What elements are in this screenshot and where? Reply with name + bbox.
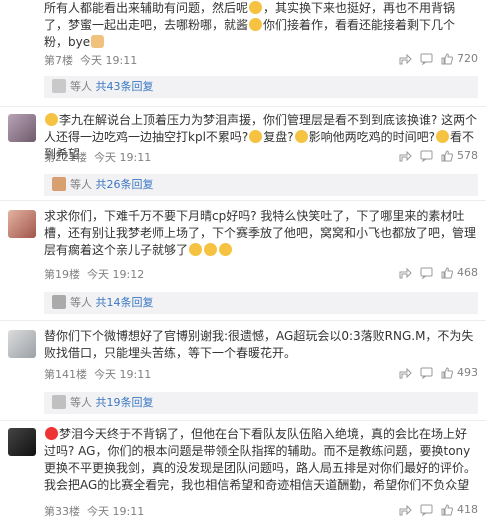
- divider: [0, 420, 486, 421]
- like-count: 418: [457, 503, 478, 516]
- like-icon: [441, 503, 453, 515]
- reply-avatar: [52, 295, 66, 309]
- reply-users: 等人: [70, 396, 92, 409]
- comment-icon: [420, 267, 433, 279]
- floor-time: 第19楼 今天 19:12: [44, 268, 145, 281]
- share-icon: [399, 267, 412, 278]
- comment-meta: 第7楼 今天 19:11 720: [44, 52, 478, 68]
- floor-time: 第7楼 今天 19:11: [44, 54, 138, 67]
- divider: [0, 106, 486, 107]
- emoji-icon: [249, 18, 263, 31]
- reply-summary[interactable]: 等人 共14条回复: [44, 292, 478, 314]
- comment-button[interactable]: [420, 367, 433, 379]
- reply-summary[interactable]: 等人 共19条回复: [44, 392, 478, 414]
- emoji-icon: [204, 243, 218, 256]
- avatar[interactable]: [8, 330, 36, 358]
- emoji-icon: [219, 243, 233, 256]
- emoji-icon: [249, 130, 263, 143]
- avatar[interactable]: [8, 210, 36, 238]
- reply-users: 等人: [70, 296, 92, 309]
- like-count: 720: [457, 52, 478, 65]
- comment-button[interactable]: [420, 504, 433, 516]
- like-button[interactable]: 493: [441, 366, 478, 379]
- reply-avatar: [52, 79, 66, 93]
- comment-meta: 第19楼 今天 19:12 468: [44, 266, 478, 282]
- like-count: 578: [457, 149, 478, 162]
- comment-text: 梦泪今天终于不背锅了，但他在台下看队友队伍陷入绝境，真的会比在场上好过吗? AG…: [44, 426, 478, 494]
- share-icon: [399, 53, 412, 64]
- comment-meta: 第141楼 今天 19:11 493: [44, 366, 478, 382]
- like-button[interactable]: 468: [441, 266, 478, 279]
- emoji-icon: [249, 1, 263, 14]
- comment-body-part: 复盘?: [263, 130, 294, 144]
- hand-emoji-icon: [91, 35, 105, 48]
- reply-users: 等人: [70, 80, 92, 93]
- reply-total-link[interactable]: 共43条回复: [96, 80, 154, 93]
- comment-text: 求求你们，下难千万不要下月晴cp好吗? 我特么快笑吐了，下了哪里来的素材吐槽，还…: [44, 208, 478, 259]
- emoji-icon: [45, 427, 58, 440]
- share-button[interactable]: [399, 150, 412, 162]
- like-count: 493: [457, 366, 478, 379]
- share-icon: [399, 504, 412, 515]
- floor-time: 第221楼 今天 19:11: [44, 151, 152, 164]
- comment-icon: [420, 504, 433, 516]
- comment-body: 所有人都能看出来辅助有问题，然后呢: [44, 1, 249, 15]
- like-icon: [441, 366, 453, 378]
- like-count: 468: [457, 266, 478, 279]
- reply-total-link[interactable]: 共26条回复: [96, 178, 154, 191]
- comment-icon: [420, 367, 433, 379]
- comment-meta: 第33楼 今天 19:11 418: [44, 503, 478, 519]
- like-button[interactable]: 418: [441, 503, 478, 516]
- emoji-icon: [189, 243, 203, 256]
- reply-avatar: [52, 177, 66, 191]
- share-button[interactable]: [399, 53, 412, 65]
- reply-users: 等人: [70, 178, 92, 191]
- like-icon: [441, 52, 453, 64]
- emoji-icon: [294, 130, 308, 143]
- comment-body-part: 梦蜜一起出走吧，去哪粉哪，就酱: [68, 18, 249, 32]
- share-button[interactable]: [399, 504, 412, 516]
- share-icon: [399, 150, 412, 161]
- comment-icon: [420, 53, 433, 65]
- comment-body: 替你们下个微博想好了官博别谢我:很遗憾，AG超玩会以0:3落败RNG.M，不为失…: [44, 329, 474, 360]
- comment-button[interactable]: [420, 53, 433, 65]
- comment-button[interactable]: [420, 150, 433, 162]
- reply-summary[interactable]: 等人 共26条回复: [44, 174, 478, 196]
- like-button[interactable]: 720: [441, 52, 478, 65]
- reply-summary[interactable]: 等人 共43条回复: [44, 76, 478, 98]
- comment-feed: 所有人都能看出来辅助有问题，然后呢 ，其实换下来也挺好，再也不用背锅了，梦蜜一起出…: [0, 0, 486, 519]
- share-button[interactable]: [399, 367, 412, 379]
- emoji-icon: [436, 130, 450, 143]
- avatar[interactable]: [8, 428, 36, 456]
- share-icon: [399, 367, 412, 378]
- floor-time: 第141楼 今天 19:11: [44, 368, 152, 381]
- comment-body: 求求你们，下难千万不要下月晴cp好吗? 我特么快笑吐了，下了哪里来的素材吐槽，还…: [44, 209, 477, 257]
- emoji-icon: [45, 113, 58, 126]
- comment-body: 梦泪今天终于不背锅了，但他在台下看队友队伍陷入绝境，真的会比在场上好过吗? AG…: [44, 427, 477, 492]
- comment-text: 所有人都能看出来辅助有问题，然后呢 ，其实换下来也挺好，再也不用背锅了，梦蜜一起出…: [44, 1, 456, 49]
- comment-icon: [420, 150, 433, 162]
- comment-button[interactable]: [420, 267, 433, 279]
- share-button[interactable]: [399, 267, 412, 279]
- comment-body-part: 影响他两吃鸡的时间吧?: [308, 130, 436, 144]
- divider: [0, 320, 486, 321]
- like-icon: [441, 266, 453, 278]
- avatar[interactable]: [8, 114, 36, 142]
- like-icon: [441, 149, 453, 161]
- reply-total-link[interactable]: 共19条回复: [96, 396, 154, 409]
- reply-avatar: [52, 395, 66, 409]
- comment-text: 替你们下个微博想好了官博别谢我:很遗憾，AG超玩会以0:3落败RNG.M，不为失…: [44, 328, 478, 362]
- divider: [0, 200, 486, 201]
- reply-total-link[interactable]: 共14条回复: [96, 296, 154, 309]
- comment-meta: 第221楼 今天 19:11 578: [44, 149, 478, 165]
- floor-time: 第33楼 今天 19:11: [44, 505, 145, 518]
- like-button[interactable]: 578: [441, 149, 478, 162]
